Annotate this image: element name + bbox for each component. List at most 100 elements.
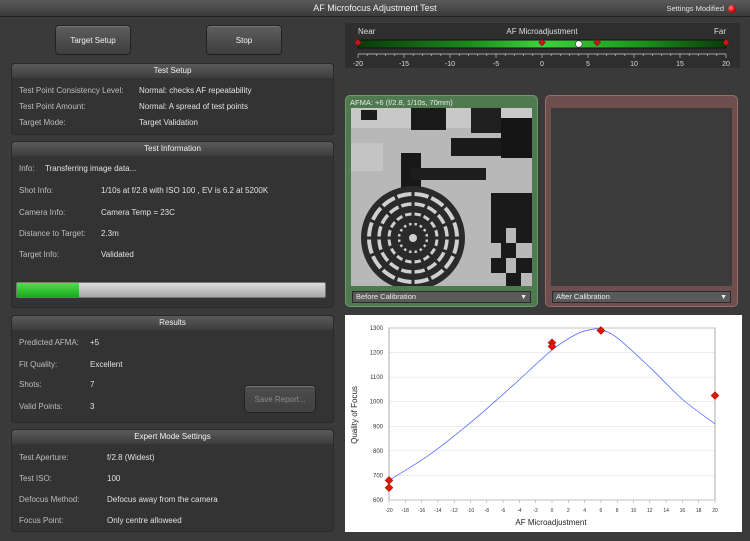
test-setup-header: Test Setup — [12, 64, 333, 78]
chart-y-tick-label: 700 — [373, 473, 384, 479]
chart-x-tick-label: 4 — [583, 508, 586, 514]
slider-tick-label: 0 — [540, 61, 544, 68]
save-report-button[interactable]: Save Report... — [244, 385, 316, 413]
consistency-level-value: Normal: checks AF repeatability — [139, 86, 252, 95]
chart-x-tick-label: -12 — [451, 508, 458, 514]
afma-slider-panel: Near AF Microadjustment Far -20 -15 -10 -5 0… — [345, 23, 740, 68]
chart-y-tick-label: 600 — [373, 498, 384, 504]
stop-button[interactable]: Stop — [206, 25, 282, 55]
chart-x-tick-label: 2 — [567, 508, 570, 514]
slider-tick-label: -15 — [399, 61, 409, 68]
focus-point-value: Only centre alloweed — [107, 516, 182, 525]
afma-title: AF Microadjustment — [506, 27, 578, 36]
chart-y-tick-label: 900 — [373, 424, 384, 430]
chart-plot-area — [388, 327, 716, 501]
fit-quality-value: Excellent — [90, 360, 123, 369]
chart-x-tick-label: 12 — [647, 508, 653, 514]
predicted-afma-value: +5 — [90, 338, 100, 347]
chart-x-tick-label: -16 — [418, 508, 425, 514]
chevron-down-icon: ▼ — [720, 294, 727, 301]
test-iso-value: 100 — [107, 474, 121, 483]
defocus-method-label: Defocus Method: — [19, 495, 80, 504]
shots-value: 7 — [90, 380, 95, 389]
chart-x-tick-label: -6 — [501, 508, 506, 514]
expert-mode-header: Expert Mode Settings — [12, 430, 333, 444]
slider-tick-label: 15 — [676, 61, 684, 68]
chart-y-tick-label: 1000 — [370, 400, 384, 406]
target-mode-value: Target Validation — [139, 118, 198, 127]
chart-y-tick-label: 1100 — [370, 375, 384, 381]
after-calibration-panel: After Calibration ▼ — [545, 95, 738, 307]
target-mode-label: Target Mode: — [19, 118, 66, 127]
chart-x-tick-label: 10 — [631, 508, 637, 514]
test-aperture-value: f/2.8 (Widest) — [107, 453, 155, 462]
near-label: Near — [358, 27, 376, 36]
valid-points-label: Valid Points: — [19, 402, 63, 411]
chart-x-tick-label: -4 — [517, 508, 522, 514]
afma-slider[interactable]: Near AF Microadjustment Far -20 -15 -10 -5 0… — [345, 23, 740, 68]
window-title: AF Microfocus Adjustment Test — [313, 3, 437, 13]
chart-x-tick-label: -2 — [533, 508, 538, 514]
chart-x-tick-label: 0 — [551, 508, 554, 514]
point-amount-value: Normal: A spread of test points — [139, 102, 248, 111]
test-iso-label: Test ISO: — [19, 474, 52, 483]
slider-tick-label: 5 — [586, 61, 590, 68]
after-calibration-image — [551, 108, 732, 286]
chart-x-tick-label: 6 — [600, 508, 603, 514]
shot-info-label: Shot Info: — [19, 186, 54, 195]
before-calibration-image — [351, 108, 532, 286]
chart-y-axis-label: Quality of Focus — [350, 386, 359, 444]
predicted-afma-label: Predicted AFMA: — [19, 338, 80, 347]
chevron-down-icon: ▼ — [520, 294, 527, 301]
test-aperture-label: Test Aperture: — [19, 453, 69, 462]
slider-tick-label: -20 — [353, 61, 363, 68]
camera-info-value: Camera Temp = 23C — [101, 208, 175, 217]
title-bar: AF Microfocus Adjustment Test Settings M… — [0, 0, 750, 17]
chart-y-tick-label: 1200 — [370, 351, 384, 357]
before-calibration-panel: AFMA: +6 (f/2.8, 1/10s, 70mm) Before Cal… — [345, 95, 538, 307]
chart-x-tick-label: -14 — [434, 508, 441, 514]
shots-label: Shots: — [19, 380, 42, 389]
point-amount-label: Test Point Amount: — [19, 102, 86, 111]
info-label: Info: — [19, 164, 35, 173]
fit-quality-label: Fit Quality: — [19, 360, 58, 369]
distance-label: Distance to Target: — [19, 229, 86, 238]
consistency-level-label: Test Point Consistency Level: — [19, 86, 124, 95]
settings-modified-label: Settings Modified — [666, 4, 724, 13]
defocus-method-value: Defocus away from the camera — [107, 495, 218, 504]
info-value: Transferring image data... — [45, 164, 137, 173]
slider-tick-label: 10 — [630, 61, 638, 68]
chart-x-tick-label: -18 — [402, 508, 409, 514]
before-calibration-select[interactable]: Before Calibration ▼ — [352, 291, 531, 303]
progress-fill — [17, 283, 79, 297]
chart-x-tick-label: 8 — [616, 508, 619, 514]
chart-x-axis-label: AF Microadjustment — [515, 518, 587, 527]
focus-point-label: Focus Point: — [19, 516, 64, 525]
before-select-value: Before Calibration — [356, 292, 417, 301]
target-info-label: Target Info: — [19, 250, 60, 259]
chart-x-tick-label: 20 — [712, 508, 718, 514]
chart-x-tick-label: 14 — [663, 508, 669, 514]
far-label: Far — [714, 27, 726, 36]
test-information-header: Test Information — [12, 142, 333, 156]
valid-points-value: 3 — [90, 402, 95, 411]
focus-quality-chart: 600 700 800 900 1000 1100 1200 1300 -20 -18 -16 -14… — [345, 315, 742, 532]
chart-x-tick-label: 16 — [680, 508, 686, 514]
chart-x-tick-label: -20 — [385, 508, 392, 514]
after-select-value: After Calibration — [556, 292, 610, 301]
chart-y-tick-label: 800 — [373, 449, 384, 455]
target-setup-button[interactable]: Target Setup — [55, 25, 131, 55]
settings-modified-indicator-icon — [728, 5, 736, 13]
distance-value: 2.3m — [101, 229, 119, 238]
chart-x-tick-label: 18 — [696, 508, 702, 514]
after-calibration-select[interactable]: After Calibration ▼ — [552, 291, 731, 303]
results-header: Results — [12, 316, 333, 330]
transfer-progress-bar — [16, 282, 326, 298]
before-caption: AFMA: +6 (f/2.8, 1/10s, 70mm) — [350, 98, 453, 107]
slider-tick-label: -10 — [445, 61, 455, 68]
chart-x-tick-label: -10 — [467, 508, 474, 514]
slider-tick-label: -5 — [493, 61, 499, 68]
slider-tick-label: 20 — [722, 61, 730, 68]
chart-x-tick-label: -8 — [485, 508, 490, 514]
slider-handle[interactable] — [575, 40, 583, 48]
